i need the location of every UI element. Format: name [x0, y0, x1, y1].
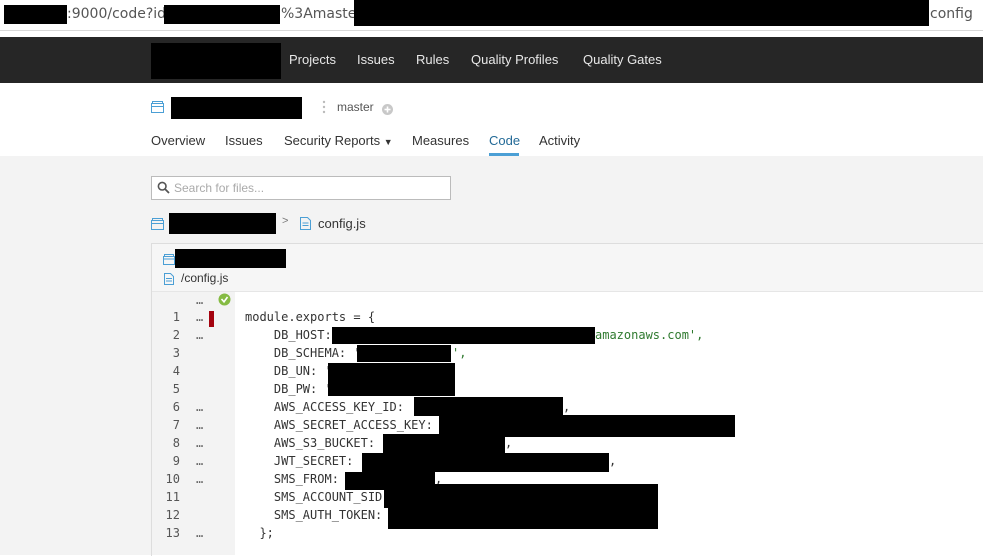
code-line: 1 … module.exports = {	[152, 310, 983, 328]
redacted-value	[332, 327, 595, 344]
tab-security-reports-label: Security Reports	[284, 133, 381, 148]
search-input[interactable]	[174, 179, 444, 197]
line-tail: ,	[505, 436, 513, 450]
line-text: AWS_ACCESS_KEY_ID: '	[245, 400, 419, 414]
redacted-breadcrumb-project[interactable]	[169, 213, 276, 234]
line-number[interactable]: 7	[152, 418, 180, 432]
scm-dots[interactable]: …	[196, 418, 203, 432]
redacted-url-path	[354, 0, 929, 26]
redacted-value	[383, 434, 505, 453]
redacted-host	[4, 5, 67, 24]
line-number[interactable]: 8	[152, 436, 180, 450]
line-text: AWS_S3_BUCKET: '	[245, 436, 390, 450]
code-line: 7 … AWS_SECRET_ACCESS_KEY: '	[152, 415, 983, 437]
line-number[interactable]: 2	[152, 328, 180, 342]
code-line: 4 DB_UN: '	[152, 363, 983, 382]
line-tail: ,	[563, 400, 571, 414]
scm-dots[interactable]: …	[196, 328, 203, 342]
breadcrumb-separator-icon: >	[282, 215, 289, 227]
nav-projects[interactable]: Projects	[289, 52, 336, 67]
redacted-project-id	[164, 5, 280, 24]
tab-activity[interactable]: Activity	[539, 133, 580, 148]
line-number[interactable]: 13	[152, 526, 180, 540]
line-number[interactable]: 3	[152, 346, 180, 360]
caret-down-icon: ▼	[383, 137, 393, 147]
code-line: 3 DB_SCHEMA: ' ',	[152, 345, 983, 364]
search-icon	[157, 181, 170, 199]
redacted-value	[357, 345, 451, 362]
code-line: 8 … AWS_S3_BUCKET: ' ,	[152, 434, 983, 454]
line-text: module.exports = {	[245, 310, 376, 324]
browser-url-bar[interactable]: :9000/code?id= %3Amaster- config	[0, 0, 983, 31]
scm-dots[interactable]: …	[196, 436, 203, 450]
line-text: DB_SCHEMA: '	[245, 346, 361, 360]
tab-issues[interactable]: Issues	[225, 133, 263, 148]
line-text: SMS_ACCOUNT_SID: '	[245, 490, 404, 504]
code-line: 5 DB_PW: '	[152, 380, 983, 400]
line-text: AWS_SECRET_ACCESS_KEY: '	[245, 418, 448, 432]
code-line: 2 … DB_HOST: amazonaws.com',	[152, 327, 983, 346]
issue-marker[interactable]	[209, 311, 214, 327]
project-icon	[151, 100, 164, 118]
line-text: DB_UN: '	[245, 364, 332, 378]
nav-quality-profiles[interactable]: Quality Profiles	[471, 52, 558, 67]
line-number[interactable]: 12	[152, 508, 180, 522]
line-number[interactable]: 6	[152, 400, 180, 414]
add-branch-icon[interactable]	[382, 102, 393, 120]
redacted-value	[362, 453, 609, 472]
code-line: 9 … JWT_SECRET: " ,	[152, 453, 983, 472]
scm-dots[interactable]: …	[196, 310, 203, 324]
tab-measures[interactable]: Measures	[412, 133, 469, 148]
file-search-box[interactable]	[151, 176, 451, 200]
file-icon	[300, 217, 311, 235]
scm-dots[interactable]: …	[196, 526, 203, 540]
scm-dots[interactable]: …	[196, 472, 203, 486]
line-tail: amazonaws.com',	[595, 328, 704, 342]
line-text: SMS_AUTH_TOKEN:	[245, 508, 390, 522]
line-text: };	[245, 526, 274, 540]
url-end: config	[930, 6, 973, 22]
code-line: 13 … };	[152, 526, 983, 544]
line-number[interactable]: 9	[152, 454, 180, 468]
redacted-value	[328, 363, 455, 381]
redacted-project-name	[171, 97, 302, 119]
breadcrumb-file[interactable]: config.js	[318, 216, 366, 231]
redacted-value	[328, 380, 455, 396]
line-text: SMS_FROM: '	[245, 472, 354, 486]
coverage-check-icon[interactable]	[218, 293, 231, 311]
tab-code[interactable]: Code	[489, 133, 520, 148]
tab-overview[interactable]: Overview	[151, 133, 205, 148]
line-number[interactable]: 5	[152, 382, 180, 396]
project-folder-icon	[151, 217, 164, 235]
scm-dots[interactable]: …	[196, 400, 203, 414]
line-tail: ,	[609, 454, 617, 468]
file-small-icon	[164, 272, 174, 290]
scm-expand-dots[interactable]: …	[196, 293, 203, 307]
redacted-value	[414, 397, 563, 416]
line-text: JWT_SECRET: "	[245, 454, 368, 468]
branch-name[interactable]: master	[337, 100, 374, 114]
redacted-header-project	[175, 249, 286, 268]
code-line: 12 SMS_AUTH_TOKEN:	[152, 505, 983, 529]
nav-quality-gates[interactable]: Quality Gates	[583, 52, 662, 67]
scm-dots[interactable]: …	[196, 454, 203, 468]
line-text: DB_PW: '	[245, 382, 332, 396]
line-number[interactable]: 10	[152, 472, 180, 486]
nav-rules[interactable]: Rules	[416, 52, 449, 67]
line-number[interactable]: 4	[152, 364, 180, 378]
line-text: DB_HOST:	[245, 328, 339, 342]
branch-icon	[321, 100, 327, 119]
line-tail: ',	[452, 346, 467, 360]
project-small-icon	[163, 252, 175, 270]
nav-issues[interactable]: Issues	[357, 52, 395, 67]
code-file-path: /config.js	[181, 271, 229, 285]
url-port-path: :9000/code?id=	[67, 6, 178, 22]
tab-security-reports[interactable]: Security Reports ▼	[284, 133, 393, 148]
line-number[interactable]: 11	[152, 490, 180, 504]
top-navigation-bar: Projects Issues Rules Quality Profiles Q…	[0, 37, 983, 83]
redacted-logo	[151, 43, 281, 79]
line-number[interactable]: 1	[152, 310, 180, 324]
